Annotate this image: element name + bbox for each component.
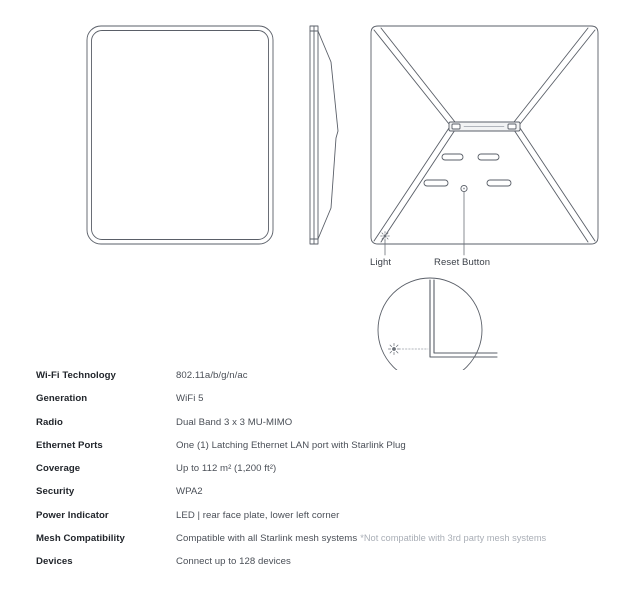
port-latch-right	[507, 123, 517, 130]
spec-label: Coverage	[36, 463, 81, 475]
side-profile-view	[309, 25, 339, 245]
magnified-light-corner-detail	[377, 277, 498, 370]
spec-value: Compatible with all Starlink mesh system…	[176, 533, 358, 545]
spec-label: Ethernet Ports	[36, 439, 103, 451]
spec-label: Devices	[36, 556, 73, 568]
rear-face-plate-view	[370, 25, 599, 245]
table-row: Devices Connect up to 128 devices	[0, 556, 643, 579]
vent-slot-upper-left	[441, 153, 464, 161]
front-face-plate-view	[86, 25, 274, 245]
spec-value: One (1) Latching Ethernet LAN port with …	[176, 439, 406, 451]
spec-label: Generation	[36, 393, 88, 405]
table-row: Power Indicator LED | rear face plate, l…	[0, 510, 643, 533]
table-row: Mesh Compatibility Compatible with all S…	[0, 533, 643, 556]
spec-label: Radio	[36, 416, 63, 428]
table-row: Wi-Fi Technology 802.11a/b/g/n/ac	[0, 370, 643, 393]
table-row: Generation WiFi 5	[0, 393, 643, 416]
product-diagram-svg	[86, 25, 599, 370]
vent-slot-upper-right	[477, 153, 500, 161]
detail-light-core	[392, 347, 396, 351]
ethernet-port-recess	[448, 121, 521, 132]
specifications-table: Wi-Fi Technology 802.11a/b/g/n/ac Genera…	[0, 370, 643, 580]
vent-slot-lower-right	[486, 179, 512, 187]
spec-label: Power Indicator	[36, 509, 109, 521]
spec-label: Wi-Fi Technology	[36, 370, 116, 381]
port-latch-left	[451, 123, 461, 130]
spec-label: Security	[36, 486, 75, 498]
callout-label-light: Light	[370, 257, 392, 268]
reset-button-icon	[460, 184, 468, 193]
table-row: Ethernet Ports One (1) Latching Ethernet…	[0, 440, 643, 463]
spec-value: Connect up to 128 devices	[176, 556, 291, 568]
callout-label-reset: Reset Button	[434, 257, 491, 268]
spec-footnote: *Not compatible with 3rd party mesh syst…	[360, 533, 547, 544]
spec-value: Dual Band 3 x 3 MU-MIMO	[176, 416, 293, 428]
spec-value: WiFi 5	[176, 393, 204, 405]
spec-value: Up to 112 m² (1,200 ft²)	[176, 463, 277, 475]
table-row: Radio Dual Band 3 x 3 MU-MIMO	[0, 417, 643, 440]
spec-label: Mesh Compatibility	[36, 533, 125, 545]
front-plate-inner-edge	[91, 30, 269, 240]
spec-value: WPA2	[176, 486, 203, 498]
vent-slot-lower-left	[423, 179, 449, 187]
table-row: Security WPA2	[0, 486, 643, 509]
table-row: Coverage Up to 112 m² (1,200 ft²)	[0, 463, 643, 486]
product-diagram: Light Reset Button	[0, 0, 643, 370]
spec-value: LED | rear face plate, lower left corner	[176, 509, 340, 521]
reset-button-center	[463, 187, 465, 190]
spec-value: 802.11a/b/g/n/ac	[176, 370, 248, 381]
light-indicator-icon	[380, 231, 390, 241]
light-indicator-core	[383, 234, 387, 238]
spec-sheet-page: Light Reset Button Wi-Fi Technology 802.…	[0, 0, 643, 600]
